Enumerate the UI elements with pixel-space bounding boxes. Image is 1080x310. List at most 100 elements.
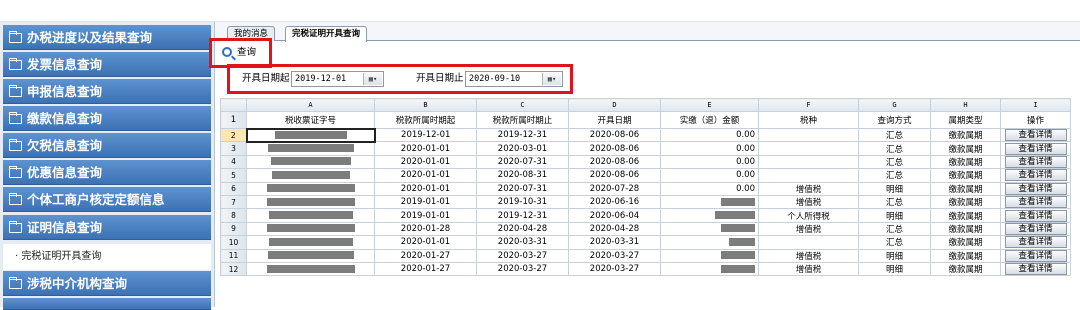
amount-cell[interactable]: 0.00 bbox=[660, 141, 759, 156]
table-row[interactable]: 3 2020-01-01 2020-03-01 2020-08-06 0.00 汇总 缴款属… bbox=[220, 141, 1071, 156]
table-row[interactable]: 7 2019-01-01 2019-10-31 2020-06-16 增值税 汇总 缴款属期… bbox=[220, 194, 1071, 210]
amount-cell[interactable]: 0.00 bbox=[660, 168, 759, 183]
ticket-number-cell[interactable] bbox=[246, 154, 375, 170]
tax-type-cell[interactable] bbox=[758, 168, 859, 183]
table-row[interactable]: 2 2019-12-01 2019-12-31 2020-08-06 0.00 汇总 缴款属… bbox=[220, 127, 1071, 143]
query-method-cell[interactable]: 汇总 bbox=[858, 168, 931, 183]
period-start-cell[interactable]: 2020-01-27 bbox=[374, 248, 477, 263]
amount-cell[interactable] bbox=[660, 235, 759, 250]
tax-type-cell[interactable]: 增值税 bbox=[758, 248, 859, 263]
sidebar-item-declaration-query[interactable]: 申报信息查询 bbox=[3, 79, 211, 104]
query-method-cell[interactable]: 明细 bbox=[858, 208, 931, 223]
issue-date-cell[interactable]: 2020-08-06 bbox=[568, 141, 661, 156]
period-type-cell[interactable]: 缴款属期 bbox=[930, 168, 1001, 183]
ticket-number-cell[interactable] bbox=[246, 235, 375, 250]
period-start-cell[interactable]: 2020-01-27 bbox=[374, 261, 477, 277]
sidebar-item-agency-query[interactable]: 涉税中介机构查询 bbox=[3, 271, 211, 296]
period-end-cell[interactable]: 2020-07-31 bbox=[476, 154, 569, 170]
submenu-item-tax-certificate[interactable]: · 完税证明开具查询 bbox=[3, 244, 211, 270]
sidebar-item-progress-query[interactable]: 办税进度以及结果查询 bbox=[3, 25, 211, 50]
period-start-cell[interactable]: 2019-01-01 bbox=[374, 208, 477, 223]
calendar-dropdown-icon[interactable]: ▦▾ bbox=[363, 73, 382, 85]
issue-date-cell[interactable]: 2020-08-06 bbox=[568, 154, 661, 170]
query-method-cell[interactable]: 明细 bbox=[858, 181, 931, 196]
query-method-cell[interactable]: 汇总 bbox=[858, 141, 931, 156]
table-row[interactable]: 4 2020-01-01 2020-07-31 2020-08-06 0.00 汇总 缴款属… bbox=[220, 154, 1071, 170]
end-date-field[interactable]: 2020-09-10 ▦▾ bbox=[465, 71, 563, 87]
query-method-cell[interactable]: 明细 bbox=[858, 248, 931, 263]
query-method-cell[interactable]: 汇总 bbox=[858, 127, 931, 143]
period-end-cell[interactable]: 2020-08-31 bbox=[476, 168, 569, 183]
tax-type-cell[interactable]: 增值税 bbox=[758, 261, 859, 277]
period-end-cell[interactable]: 2020-03-31 bbox=[476, 235, 569, 250]
tax-type-cell[interactable] bbox=[758, 141, 859, 156]
ticket-number-cell[interactable] bbox=[246, 181, 375, 196]
view-details-button[interactable]: 查看详情 bbox=[1004, 223, 1067, 235]
query-method-cell[interactable]: 明细 bbox=[858, 261, 931, 277]
table-row[interactable]: 6 2020-01-01 2020-07-31 2020-07-28 0.00 增值税 明细… bbox=[220, 181, 1071, 196]
issue-date-cell[interactable]: 2020-06-04 bbox=[568, 208, 661, 223]
tax-type-cell[interactable]: 增值税 bbox=[758, 194, 859, 210]
period-type-cell[interactable]: 缴款属期 bbox=[930, 208, 1001, 223]
view-details-button[interactable]: 查看详情 bbox=[1004, 169, 1067, 182]
sidebar-item-certificate-query[interactable]: 证明信息查询 bbox=[3, 215, 211, 240]
tax-type-cell[interactable] bbox=[758, 154, 859, 170]
query-method-cell[interactable]: 汇总 bbox=[858, 221, 931, 237]
table-row[interactable]: 5 2020-01-01 2020-08-31 2020-08-06 0.00 汇总 缴款属… bbox=[220, 168, 1071, 183]
view-details-button[interactable]: 查看详情 bbox=[1004, 209, 1067, 222]
period-type-cell[interactable]: 缴款属期 bbox=[930, 194, 1001, 210]
period-start-cell[interactable]: 2020-01-01 bbox=[374, 154, 477, 170]
table-row[interactable]: 9 2020-01-28 2020-04-28 2020-04-28 增值税 汇总 缴款属期… bbox=[220, 221, 1071, 237]
view-details-button[interactable]: 查看详情 bbox=[1004, 236, 1067, 248]
sidebar-item-preference-query[interactable]: 优惠信息查询 bbox=[3, 160, 211, 185]
sidebar-item-arrears-query[interactable]: 欠税信息查询 bbox=[3, 133, 211, 158]
period-end-cell[interactable]: 2019-12-31 bbox=[476, 208, 569, 223]
ticket-number-cell[interactable] bbox=[246, 141, 375, 156]
start-date-field[interactable]: 2019-12-01 ▦▾ bbox=[291, 71, 384, 87]
view-details-button[interactable]: 查看详情 bbox=[1004, 156, 1067, 168]
amount-cell[interactable] bbox=[660, 208, 759, 223]
ticket-number-cell[interactable] bbox=[246, 168, 375, 183]
amount-cell[interactable]: 0.00 bbox=[660, 154, 759, 170]
amount-cell[interactable] bbox=[660, 261, 759, 277]
table-row[interactable]: 10 2020-01-01 2020-03-31 2020-03-31 汇总 缴款属期 查看… bbox=[220, 235, 1071, 250]
issue-date-cell[interactable]: 2020-08-06 bbox=[568, 127, 661, 143]
amount-cell[interactable] bbox=[660, 248, 759, 263]
view-details-button[interactable]: 查看详情 bbox=[1004, 196, 1067, 208]
issue-date-cell[interactable]: 2020-07-28 bbox=[568, 181, 661, 196]
tax-type-cell[interactable]: 增值税 bbox=[758, 181, 859, 196]
period-type-cell[interactable]: 缴款属期 bbox=[930, 248, 1001, 263]
period-end-cell[interactable]: 2019-12-31 bbox=[476, 127, 569, 143]
issue-date-cell[interactable]: 2020-04-28 bbox=[568, 221, 661, 237]
period-type-cell[interactable]: 缴款属期 bbox=[930, 261, 1001, 277]
query-method-cell[interactable]: 汇总 bbox=[858, 194, 931, 210]
ticket-number-cell[interactable] bbox=[246, 221, 375, 237]
period-start-cell[interactable]: 2020-01-01 bbox=[374, 235, 477, 250]
sidebar-item-quota-info[interactable]: 个体工商户核定定额信息 bbox=[3, 187, 211, 212]
query-method-cell[interactable]: 汇总 bbox=[858, 154, 931, 170]
period-end-cell[interactable]: 2020-03-01 bbox=[476, 141, 569, 156]
tax-type-cell[interactable]: 个人所得税 bbox=[758, 208, 859, 223]
tax-type-cell[interactable]: 增值税 bbox=[758, 221, 859, 237]
ticket-number-cell[interactable] bbox=[246, 248, 375, 263]
issue-date-cell[interactable]: 2020-03-27 bbox=[568, 261, 661, 277]
view-details-button[interactable]: 查看详情 bbox=[1004, 129, 1067, 141]
view-details-button[interactable]: 查看详情 bbox=[1004, 263, 1067, 275]
tax-type-cell[interactable] bbox=[758, 127, 859, 143]
period-type-cell[interactable]: 缴款属期 bbox=[930, 154, 1001, 170]
period-type-cell[interactable]: 缴款属期 bbox=[930, 141, 1001, 156]
table-row[interactable]: 8 2019-01-01 2019-12-31 2020-06-04 个人所得税 明细 缴款… bbox=[220, 208, 1071, 223]
period-end-cell[interactable]: 2020-03-27 bbox=[476, 261, 569, 277]
period-start-cell[interactable]: 2019-12-01 bbox=[374, 127, 477, 143]
amount-cell[interactable]: 0.00 bbox=[660, 181, 759, 196]
view-details-button[interactable]: 查看详情 bbox=[1004, 142, 1067, 155]
period-type-cell[interactable]: 缴款属期 bbox=[930, 235, 1001, 250]
calendar-dropdown-icon[interactable]: ▦▾ bbox=[542, 73, 561, 85]
ticket-number-cell[interactable] bbox=[245, 127, 376, 143]
issue-date-cell[interactable]: 2020-08-06 bbox=[568, 168, 661, 183]
sidebar-item-payment-query[interactable]: 缴款信息查询 bbox=[3, 106, 211, 131]
ticket-number-cell[interactable] bbox=[246, 194, 375, 210]
period-start-cell[interactable]: 2020-01-01 bbox=[374, 168, 477, 183]
view-details-button[interactable]: 查看详情 bbox=[1004, 250, 1067, 262]
amount-cell[interactable] bbox=[660, 194, 759, 210]
